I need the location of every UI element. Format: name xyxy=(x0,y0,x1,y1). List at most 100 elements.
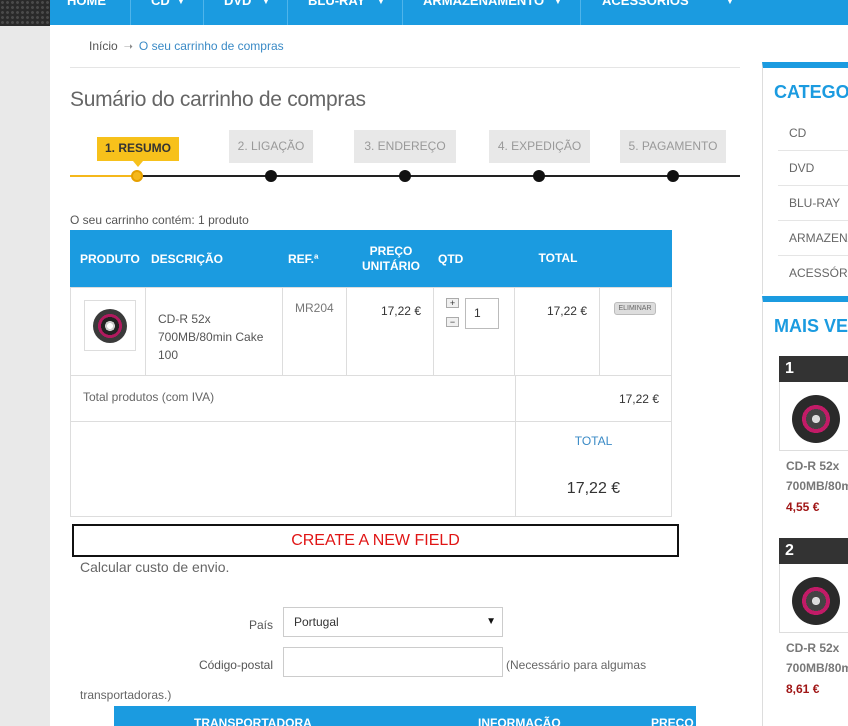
category-item-acessorios[interactable]: ACESSÓRIOS xyxy=(778,256,848,291)
step-expedicao[interactable]: 4. Expedição xyxy=(489,130,590,163)
chevron-down-icon: ▼ xyxy=(554,0,562,6)
chevron-down-icon: ▼ xyxy=(726,0,734,6)
divider xyxy=(70,67,740,68)
nav-item-home[interactable]: HOME xyxy=(50,0,131,25)
product-name-link[interactable]: CD-R 52x 700MB/80min Cake 100 xyxy=(158,310,273,364)
qty-decrease-button[interactable]: − xyxy=(446,317,459,327)
page: HOME CD ▼ DVD ▼ BLU-RAY ▼ ARMAZENAMENTO … xyxy=(50,0,848,726)
carrier-table-header: Transportadora Informação Preço xyxy=(114,706,696,726)
breadcrumb-home-link[interactable]: Início xyxy=(89,39,118,53)
rank-badge: 2 xyxy=(779,538,848,564)
category-item-cd[interactable]: CD xyxy=(778,116,848,151)
chevron-down-icon: ▼ xyxy=(262,0,270,6)
grand-total-value: 17,22 € xyxy=(566,480,621,497)
total-products-label-cell: Total produtos (com IVA) xyxy=(70,375,516,422)
col-info: Informação xyxy=(478,716,561,726)
step-dot-5 xyxy=(667,170,679,182)
col-unit-price: Preço unitário xyxy=(362,243,420,273)
nav-item-armazenamento[interactable]: ARMAZENAMENTO ▼ xyxy=(403,0,581,25)
create-new-field-button[interactable]: CREATE A NEW FIELD xyxy=(72,524,679,557)
top-nav: HOME CD ▼ DVD ▼ BLU-RAY ▼ ARMAZENAMENTO … xyxy=(50,0,848,25)
nav-item-dvd[interactable]: DVD ▼ xyxy=(204,0,288,25)
col-carrier: Transportadora xyxy=(194,716,312,726)
bestseller-price: 8,61 € xyxy=(786,682,820,696)
page-title: Sumário do carrinho de compras xyxy=(70,88,366,111)
col-price: Preço xyxy=(651,716,694,726)
cart-count: O seu carrinho contém: 1 produto xyxy=(70,213,249,227)
total-products-value-cell: 17,22 € xyxy=(515,375,672,422)
chevron-down-icon: ▼ xyxy=(377,0,385,6)
bestseller-item[interactable]: 1 xyxy=(779,356,848,451)
table-cell-delete: Eliminar xyxy=(599,287,672,376)
bestseller-name-line2[interactable]: 700MB/80min xyxy=(786,476,848,496)
country-select[interactable]: Portugal ▼ xyxy=(283,607,503,637)
breadcrumb: Início ➝ O seu carrinho de compras xyxy=(89,39,284,53)
grand-total-cell: Total 17,22 € xyxy=(515,421,672,517)
table-cell-product-image xyxy=(70,287,146,376)
chevron-down-icon: ▼ xyxy=(177,0,185,6)
table-cell-unit-price: 17,22 € xyxy=(346,287,434,376)
empty-cell xyxy=(70,421,516,517)
arrow-right-icon: ➝ xyxy=(123,41,133,53)
bestseller-price: 4,55 € xyxy=(786,500,820,514)
delete-button[interactable]: Eliminar xyxy=(614,302,656,315)
category-item-bluray[interactable]: BLU-RAY xyxy=(778,186,848,221)
product-ref: MR204 xyxy=(295,301,334,315)
table-cell-total: 17,22 € xyxy=(514,287,600,376)
bestsellers-title: Mais vendidos xyxy=(774,316,848,336)
zip-input[interactable] xyxy=(283,647,503,677)
bestseller-name[interactable]: CD-R 52x xyxy=(786,638,839,658)
row-total: 17,22 € xyxy=(546,304,587,318)
zip-note-continued: transportadoras.) xyxy=(80,688,172,702)
breadcrumb-current: O seu carrinho de compras xyxy=(138,39,284,53)
step-resumo[interactable]: 1. Resumo xyxy=(97,137,179,167)
cd-spindle-image xyxy=(792,395,840,443)
col-qty: Qtd xyxy=(438,251,464,266)
step-dot-2 xyxy=(265,170,277,182)
chevron-down-icon: ▼ xyxy=(486,616,496,627)
step-endereco[interactable]: 3. Endereço xyxy=(354,130,456,163)
col-ref: Ref.ª xyxy=(288,251,319,266)
bestseller-name[interactable]: CD-R 52x xyxy=(786,456,839,476)
unit-price: 17,22 € xyxy=(380,304,421,318)
bestsellers-block: Mais vendidos 1 CD-R 52x 700MB/80min 4,5… xyxy=(762,296,848,726)
grand-total-label: Total xyxy=(574,434,613,448)
country-select-value: Portugal xyxy=(294,615,339,629)
category-item-dvd[interactable]: DVD xyxy=(778,151,848,186)
total-products-label: Total produtos (com IVA) xyxy=(83,390,215,404)
total-products-value: 17,22 € xyxy=(618,392,659,406)
step-dot-3 xyxy=(399,170,411,182)
step-ligacao[interactable]: 2. Ligação xyxy=(229,130,313,163)
nav-item-cd[interactable]: CD ▼ xyxy=(131,0,204,25)
bestseller-item[interactable]: 2 xyxy=(779,538,848,633)
zip-label: Código-postal xyxy=(198,658,273,672)
qty-input[interactable]: 1 xyxy=(465,298,499,329)
zip-note: (Necessário para algumas xyxy=(506,658,647,672)
col-total: Total xyxy=(538,251,578,265)
cart-table-header: Produto Descrição Ref.ª Preço unitário Q… xyxy=(70,230,672,287)
categories-block: Categorias CD DVD BLU-RAY ARMAZENAMENTO … xyxy=(762,62,848,294)
step-pagamento[interactable]: 5. Pagamento xyxy=(620,130,726,163)
categories-title: Categorias xyxy=(774,82,848,102)
table-cell-ref: MR204 xyxy=(282,287,347,376)
category-item-armazenamento[interactable]: ARMAZENAMENTO xyxy=(778,221,848,256)
col-product: Produto xyxy=(80,251,140,266)
table-cell-qty: + − 1 xyxy=(433,287,515,376)
rank-badge: 1 xyxy=(779,356,848,382)
cd-spindle-image xyxy=(93,309,127,343)
sidebar: Categorias CD DVD BLU-RAY ARMAZENAMENTO … xyxy=(762,62,848,726)
nav-item-bluray[interactable]: BLU-RAY ▼ xyxy=(288,0,403,25)
cd-spindle-image xyxy=(792,577,840,625)
product-thumbnail[interactable] xyxy=(84,300,136,351)
step-dot-4 xyxy=(533,170,545,182)
table-cell-description: CD-R 52x 700MB/80min Cake 100 xyxy=(145,287,283,376)
qty-increase-button[interactable]: + xyxy=(446,298,459,308)
col-description: Descrição xyxy=(151,251,224,266)
bestseller-name-line2[interactable]: 700MB/80min xyxy=(786,658,848,678)
nav-item-acessorios[interactable]: ACESSÓRIOS ▼ xyxy=(581,0,848,25)
steps-progress-active xyxy=(70,175,137,177)
background-pattern xyxy=(0,0,50,726)
country-label: País xyxy=(248,618,273,632)
step-dot-1 xyxy=(131,170,143,182)
shipping-calc-heading: Calcular custo de envio. xyxy=(80,559,230,575)
